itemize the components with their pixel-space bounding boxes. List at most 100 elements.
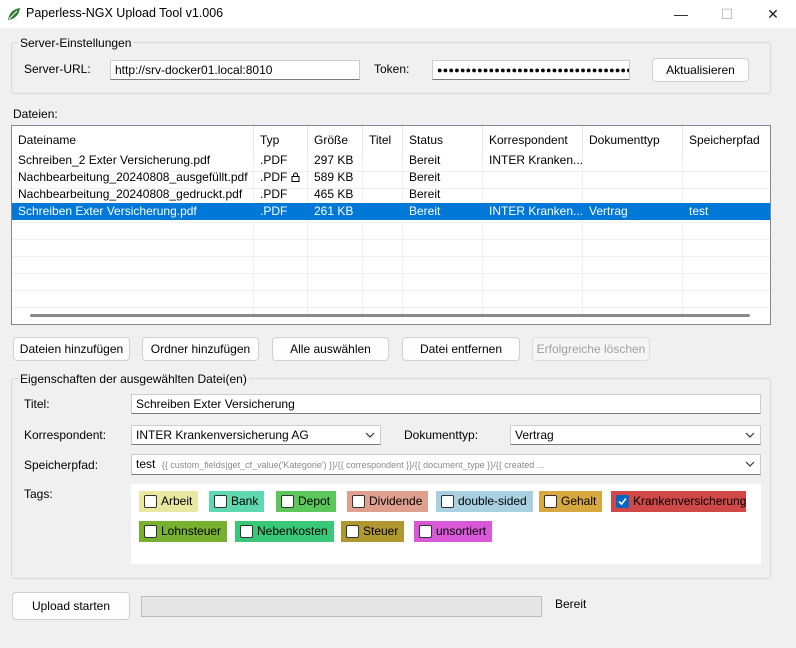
cell-path bbox=[683, 186, 770, 203]
title-bar: Paperless-NGX Upload Tool v1.006 — ☐ ✕ bbox=[0, 0, 796, 28]
doctype-select[interactable]: Vertrag bbox=[510, 425, 761, 445]
grid-line bbox=[12, 256, 770, 257]
tag-label: Steuer bbox=[363, 524, 399, 538]
cell-filename: Nachbearbeitung_20240808_gedruckt.pdf bbox=[18, 187, 243, 201]
cell-filename: Nachbearbeitung_20240808_ausgefüllt.pdf bbox=[18, 170, 248, 184]
correspondent-select[interactable]: INTER Krankenversicherung AG bbox=[131, 425, 381, 445]
title-input[interactable]: Schreiben Exter Versicherung bbox=[131, 394, 761, 414]
tag-krankenversicherung[interactable]: Krankenversicherung bbox=[611, 491, 746, 512]
cell-size: 465 KB bbox=[314, 187, 354, 201]
tag-double-sided[interactable]: double-sided bbox=[436, 491, 533, 512]
cell-correspondent: INTER Kranken... bbox=[489, 153, 583, 167]
select-all-button[interactable]: Alle auswählen bbox=[272, 337, 389, 361]
chevron-down-icon bbox=[745, 432, 755, 438]
token-input[interactable]: ●●●●●●●●●●●●●●●●●●●●●●●●●●●●●●●●●●●● bbox=[432, 60, 630, 80]
minimize-button[interactable]: — bbox=[658, 0, 704, 28]
table-row[interactable]: Nachbearbeitung_20240808_ausgefüllt.pdf … bbox=[12, 169, 770, 186]
tag-label: Depot bbox=[298, 494, 331, 508]
tag-label: unsortiert bbox=[436, 524, 487, 538]
cell-path bbox=[683, 152, 770, 169]
lock-icon bbox=[291, 172, 300, 182]
checkbox[interactable] bbox=[240, 525, 253, 538]
grid-line bbox=[12, 273, 770, 274]
upload-progress-bar bbox=[141, 596, 542, 617]
cell-correspondent bbox=[483, 169, 583, 186]
column-size[interactable]: Größe bbox=[308, 126, 363, 154]
tag-label: double-sided bbox=[458, 494, 527, 508]
column-doctype[interactable]: Dokumenttyp bbox=[583, 126, 683, 154]
column-filename[interactable]: Dateiname bbox=[12, 126, 254, 154]
tag-steuer[interactable]: Steuer bbox=[341, 521, 405, 542]
cell-correspondent bbox=[483, 186, 583, 203]
file-list[interactable]: Dateiname Typ Größe Titel Status Korresp… bbox=[11, 125, 771, 325]
cell-size: 297 KB bbox=[314, 153, 354, 167]
cell-status: Bereit bbox=[409, 153, 441, 167]
doctype-label: Dokumenttyp: bbox=[404, 428, 479, 442]
storage-path-name: test bbox=[136, 457, 156, 471]
checkbox[interactable] bbox=[441, 495, 454, 508]
storage-path-label: Speicherpfad: bbox=[24, 458, 99, 472]
cell-size: 261 KB bbox=[314, 204, 354, 218]
cell-title bbox=[363, 186, 403, 203]
tag-label: Krankenversicherung bbox=[633, 494, 747, 508]
table-row[interactable]: Schreiben_2 Exter Versicherung.pdf .PDF … bbox=[12, 152, 770, 169]
doctype-value: Vertrag bbox=[515, 428, 554, 442]
column-correspondent[interactable]: Korrespondent bbox=[483, 126, 583, 154]
cell-doctype bbox=[583, 169, 683, 186]
checkbox[interactable] bbox=[544, 495, 557, 508]
table-row[interactable]: Nachbearbeitung_20240808_gedruckt.pdf .P… bbox=[12, 186, 770, 203]
server-url-label: Server-URL: bbox=[24, 62, 91, 76]
table-row-selected[interactable]: Schreiben Exter Versicherung.pdf .PDF 26… bbox=[12, 203, 770, 220]
checkbox[interactable] bbox=[419, 525, 432, 538]
cell-path bbox=[683, 169, 770, 186]
properties-title: Eigenschaften der ausgewählten Datei(en) bbox=[18, 372, 249, 386]
window-title: Paperless-NGX Upload Tool v1.006 bbox=[26, 6, 224, 20]
correspondent-value: INTER Krankenversicherung AG bbox=[136, 428, 309, 442]
close-button[interactable]: ✕ bbox=[750, 0, 796, 28]
column-path[interactable]: Speicherpfad bbox=[683, 126, 770, 154]
tag-label: Arbeit bbox=[161, 494, 193, 508]
clear-successful-button[interactable]: Erfolgreiche löschen bbox=[532, 337, 650, 361]
cell-title bbox=[363, 169, 403, 186]
column-status[interactable]: Status bbox=[403, 126, 483, 154]
checkbox[interactable] bbox=[144, 525, 157, 538]
cell-title bbox=[363, 203, 403, 220]
add-folder-button[interactable]: Ordner hinzufügen bbox=[142, 337, 259, 361]
checkbox[interactable] bbox=[352, 495, 365, 508]
maximize-button[interactable]: ☐ bbox=[704, 0, 750, 28]
cell-filename: Schreiben Exter Versicherung.pdf bbox=[18, 204, 197, 218]
grid-line bbox=[12, 290, 770, 291]
files-label: Dateien: bbox=[13, 107, 58, 121]
correspondent-label: Korrespondent: bbox=[24, 428, 107, 442]
remove-file-button[interactable]: Datei entfernen bbox=[402, 337, 520, 361]
chevron-down-icon bbox=[365, 432, 375, 438]
refresh-button[interactable]: Aktualisieren bbox=[652, 58, 749, 82]
cell-path: test bbox=[689, 204, 709, 218]
tag-bank[interactable]: Bank bbox=[209, 491, 265, 512]
title-label: Titel: bbox=[24, 397, 50, 411]
tag-unsortiert[interactable]: unsortiert bbox=[414, 521, 493, 542]
tag-dividende[interactable]: Dividende bbox=[347, 491, 429, 512]
server-url-input[interactable]: http://srv-docker01.local:8010 bbox=[110, 60, 360, 80]
cell-status: Bereit bbox=[409, 187, 441, 201]
cell-title bbox=[363, 152, 403, 169]
checkbox[interactable] bbox=[214, 495, 227, 508]
cell-status: Bereit bbox=[409, 170, 441, 184]
tag-label: Bank bbox=[231, 494, 259, 508]
tag-label: Gehalt bbox=[561, 494, 597, 508]
tag-lohnsteuer[interactable]: Lohnsteuer bbox=[139, 521, 228, 542]
checkbox-checked[interactable] bbox=[616, 495, 629, 508]
tag-arbeit[interactable]: Arbeit bbox=[139, 491, 199, 512]
tag-depot[interactable]: Depot bbox=[276, 491, 337, 512]
column-title[interactable]: Titel bbox=[363, 126, 403, 154]
column-type[interactable]: Typ bbox=[254, 126, 308, 154]
checkbox[interactable] bbox=[346, 525, 359, 538]
tag-nebenkosten[interactable]: Nebenkosten bbox=[235, 521, 334, 542]
checkbox[interactable] bbox=[144, 495, 157, 508]
add-files-button[interactable]: Dateien hinzufügen bbox=[13, 337, 130, 361]
upload-start-button[interactable]: Upload starten bbox=[12, 592, 130, 620]
checkbox[interactable] bbox=[281, 495, 294, 508]
tag-gehalt[interactable]: Gehalt bbox=[539, 491, 603, 512]
horizontal-scrollbar[interactable] bbox=[30, 314, 750, 317]
storage-path-select[interactable]: test {{ custom_fields|get_cf_value('Kate… bbox=[131, 454, 761, 475]
